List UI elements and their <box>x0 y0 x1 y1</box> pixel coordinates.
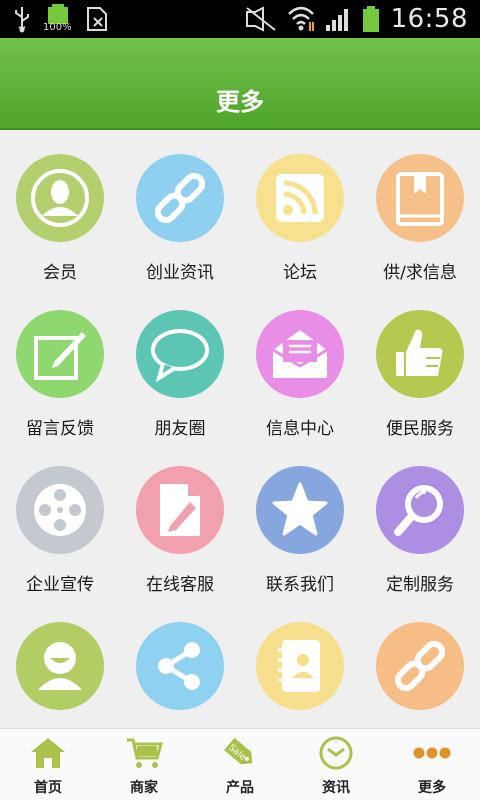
grid-item-circle <box>376 154 464 242</box>
nav-label: 产品 <box>226 780 254 796</box>
rss-icon <box>276 174 324 222</box>
grid-item-circle <box>136 310 224 398</box>
grid-item-label: 创业资讯 <box>146 263 214 283</box>
grid-item-label: 便民服务 <box>386 419 454 439</box>
clock-icon <box>319 736 353 770</box>
battery-percent-label: 100% <box>43 22 72 33</box>
grid-item-circle <box>376 310 464 398</box>
grid-item-circle <box>256 466 344 554</box>
wifi-icon <box>287 6 314 31</box>
star-icon <box>272 482 328 536</box>
grid-item-row4-1[interactable] <box>0 600 120 728</box>
grid-item-promotion[interactable]: 企业宣传 <box>0 444 120 600</box>
contacts-icon <box>278 640 320 692</box>
grid-item-circle <box>136 622 224 710</box>
sim-card-icon <box>87 7 107 31</box>
battery-icon <box>362 6 379 32</box>
grid-item-label: 留言反馈 <box>26 419 94 439</box>
clock-time: 16:58 <box>390 4 468 34</box>
grid-item-circle <box>376 466 464 554</box>
title-bar: 更多 <box>0 38 480 130</box>
grid-item-row4-4[interactable] <box>360 600 480 728</box>
link-icon <box>394 640 446 692</box>
grid-item-row4-2[interactable] <box>120 600 240 728</box>
grid-item-label: 在线客服 <box>146 575 214 595</box>
grid-item-label: 定制服务 <box>386 575 454 595</box>
grid-item-label: 朋友圈 <box>154 419 206 439</box>
link-icon <box>154 172 206 224</box>
page-title: 更多 <box>216 88 264 116</box>
grid-item-label: 联系我们 <box>266 575 334 595</box>
grid-item-circle <box>16 154 104 242</box>
sale-tag-icon: Sale <box>224 737 253 765</box>
grid-item-forum[interactable]: 论坛 <box>240 132 360 288</box>
magnifier-icon <box>394 485 443 536</box>
more-dots-icon <box>413 747 451 759</box>
grid-item-circle <box>16 622 104 710</box>
grid-item-custom-service[interactable]: 定制服务 <box>360 444 480 600</box>
grid-item-circle <box>256 154 344 242</box>
document-edit-icon <box>160 484 200 536</box>
nav-label: 资讯 <box>322 780 350 796</box>
grid-item-label: 信息中心 <box>266 419 334 439</box>
film-reel-icon <box>34 484 86 536</box>
nav-item-merchants[interactable]: 商家 <box>96 729 192 800</box>
grid-item-circle <box>16 466 104 554</box>
grid-item-online-service[interactable]: 在线客服 <box>120 444 240 600</box>
grid-item-circle <box>256 310 344 398</box>
chat-bubble-icon <box>151 329 209 382</box>
grid-item-circle <box>376 622 464 710</box>
nav-label: 首页 <box>34 780 62 796</box>
usb-icon <box>15 7 29 33</box>
feature-grid: 会员 创业资讯 论坛 供/求信息 留言反馈 朋友圈 信息中心 便民服务 企业宣传… <box>0 132 480 728</box>
grid-item-circle <box>16 310 104 398</box>
home-icon <box>31 738 65 768</box>
share-icon <box>158 642 200 690</box>
grid-item-contact-us[interactable]: 联系我们 <box>240 444 360 600</box>
grid-item-message-center[interactable]: 信息中心 <box>240 288 360 444</box>
note-edit-icon <box>34 332 86 380</box>
grid-item-circle <box>136 466 224 554</box>
grid-item-moments[interactable]: 朋友圈 <box>120 288 240 444</box>
nav-item-products[interactable]: Sale 产品 <box>192 729 288 800</box>
grid-item-startup-news[interactable]: 创业资讯 <box>120 132 240 288</box>
book-icon <box>396 172 444 226</box>
nav-item-home[interactable]: 首页 <box>0 729 96 800</box>
grid-item-member[interactable]: 会员 <box>0 132 120 288</box>
member-icon <box>31 169 89 227</box>
mute-icon <box>245 6 276 32</box>
grid-item-row4-3[interactable] <box>240 600 360 728</box>
grid-item-convenience[interactable]: 便民服务 <box>360 288 480 444</box>
bottom-navigation: 首页 商家 Sale 产品 资讯 更多 <box>0 728 480 800</box>
grid-item-circle <box>256 622 344 710</box>
battery-full-icon: 100% <box>43 4 72 34</box>
status-bar: 100% 16:58 <box>0 0 480 38</box>
nav-item-more[interactable]: 更多 <box>384 729 480 800</box>
thumbs-up-icon <box>396 329 443 376</box>
grid-item-supply-demand[interactable]: 供/求信息 <box>360 132 480 288</box>
grid-item-label: 论坛 <box>283 263 317 283</box>
nav-label: 商家 <box>130 780 158 796</box>
grid-item-label: 会员 <box>43 263 77 283</box>
cart-icon <box>127 738 163 768</box>
signal-icon <box>325 9 348 31</box>
smiley-user-icon <box>38 642 82 690</box>
grid-item-feedback[interactable]: 留言反馈 <box>0 288 120 444</box>
nav-item-news[interactable]: 资讯 <box>288 729 384 800</box>
grid-item-label: 企业宣传 <box>26 575 94 595</box>
grid-item-label: 供/求信息 <box>383 263 457 283</box>
mail-icon <box>272 330 328 378</box>
nav-label: 更多 <box>418 780 446 796</box>
grid-item-circle <box>136 154 224 242</box>
